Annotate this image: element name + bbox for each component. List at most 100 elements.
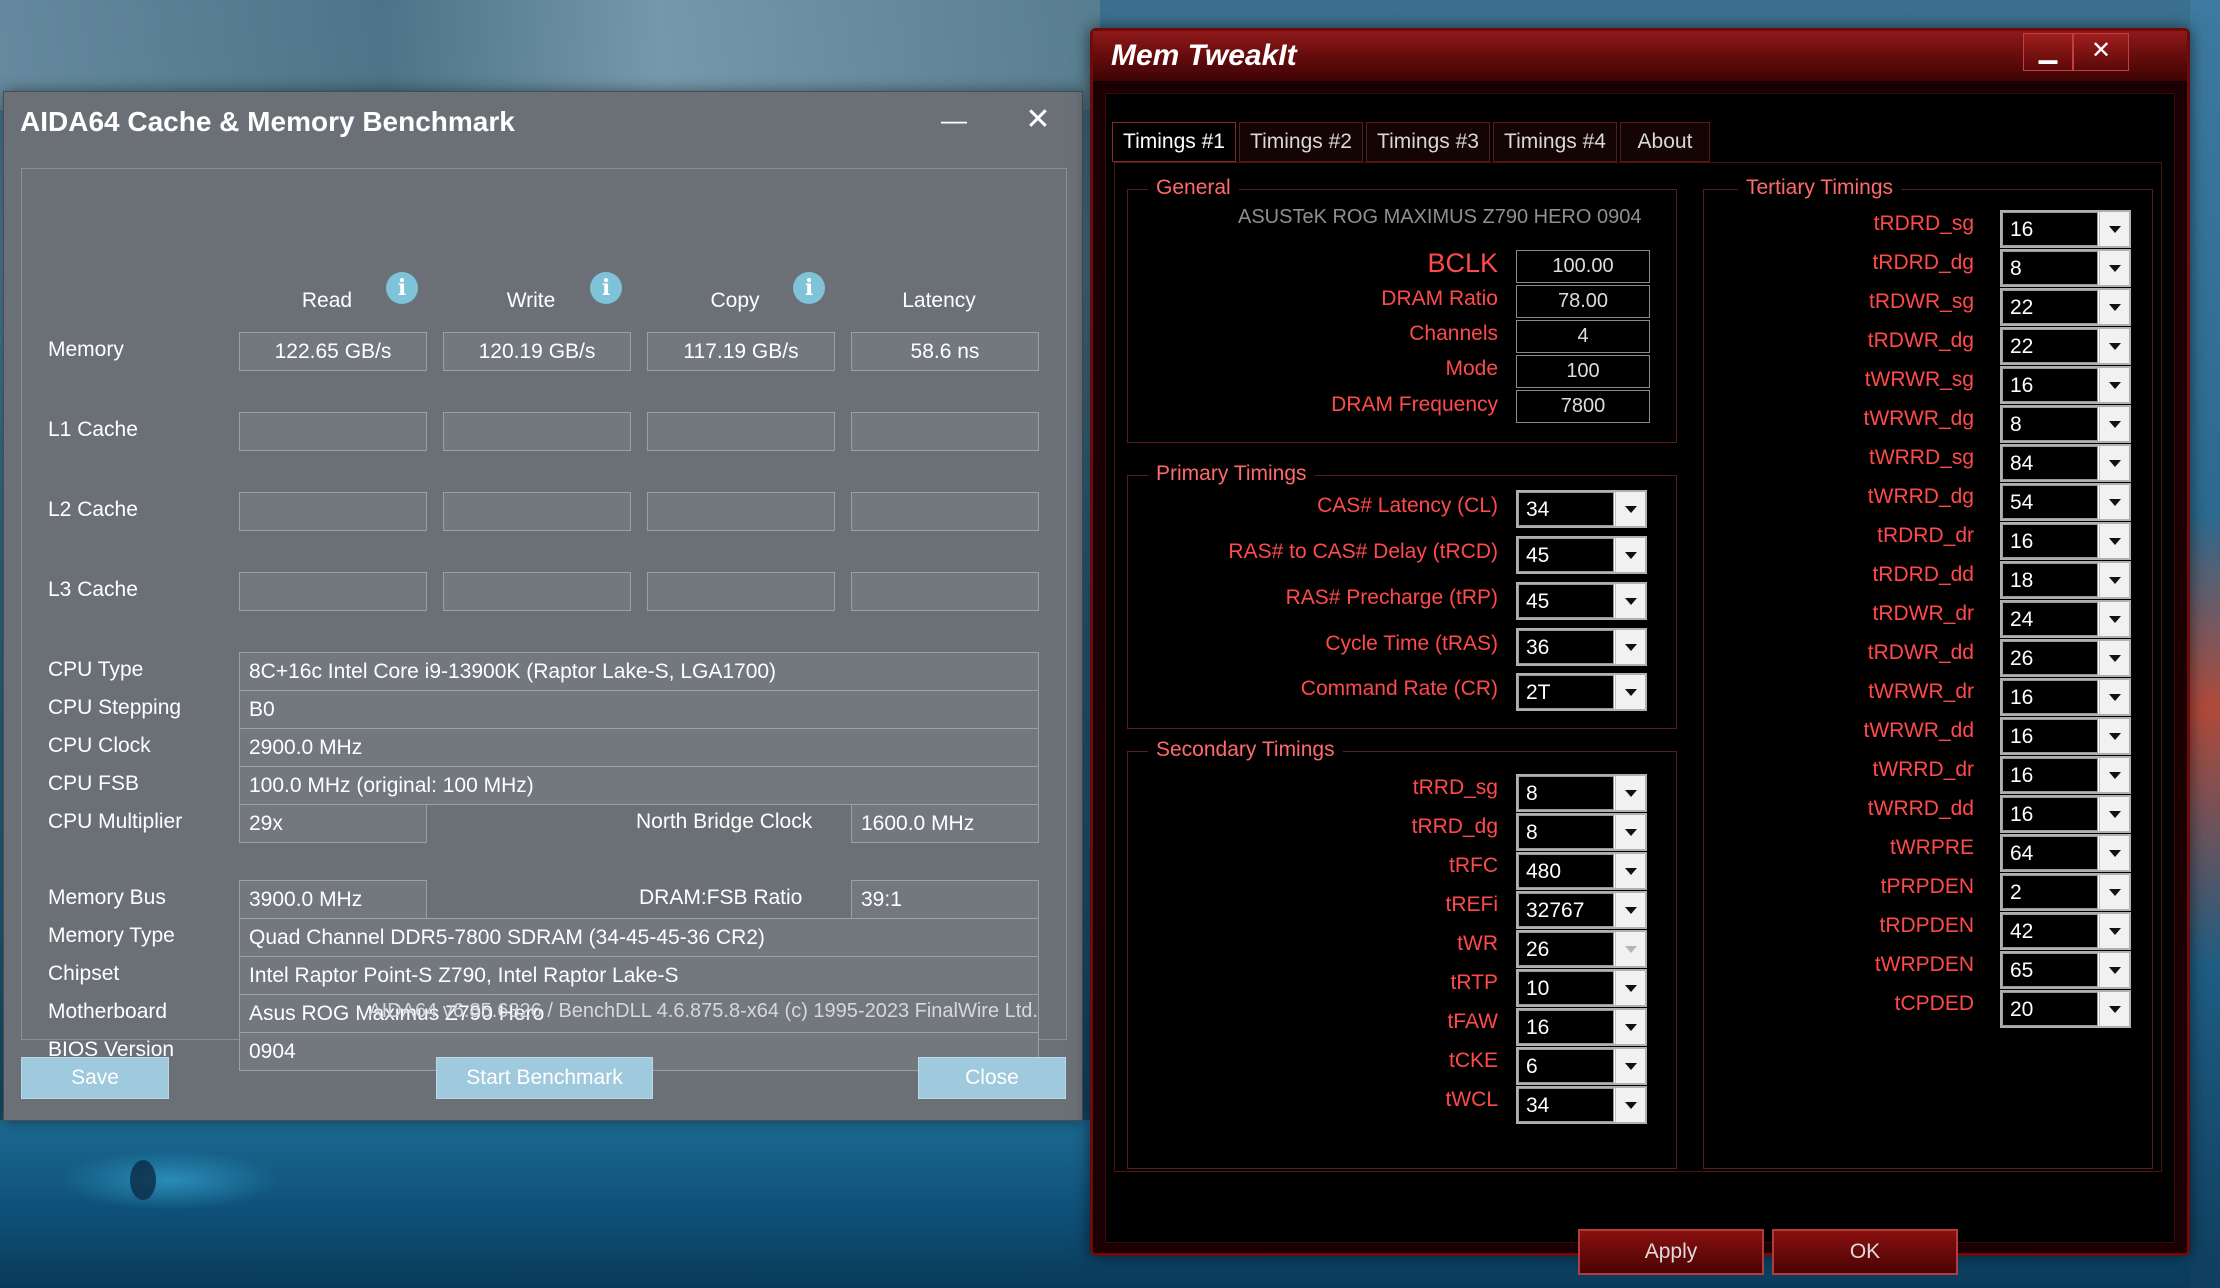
start-benchmark-button[interactable]: Start Benchmark xyxy=(436,1057,653,1099)
chevron-down-icon[interactable] xyxy=(1615,854,1645,888)
trp-select[interactable]: 45 xyxy=(1516,582,1647,620)
tertiary-label: tRDWR_sg xyxy=(1868,290,1974,313)
tras-select[interactable]: 36 xyxy=(1516,628,1647,666)
chevron-down-icon[interactable] xyxy=(2099,719,2129,753)
command-rate-select[interactable]: 2T xyxy=(1516,673,1647,711)
chevron-down-icon[interactable] xyxy=(2099,407,2129,441)
chevron-down-icon[interactable] xyxy=(2099,212,2129,246)
chevron-down-icon[interactable] xyxy=(2099,797,2129,831)
tertiary-select[interactable]: 64 xyxy=(2000,834,2131,872)
cas-latency-label: CAS# Latency (CL) xyxy=(1317,494,1498,517)
tab-timings-4[interactable]: Timings #4 xyxy=(1493,122,1617,162)
chevron-down-icon[interactable] xyxy=(2099,992,2129,1026)
tertiary-select[interactable]: 54 xyxy=(2000,483,2131,521)
chevron-down-icon[interactable] xyxy=(2099,563,2129,597)
save-button[interactable]: Save xyxy=(21,1057,169,1099)
tertiary-select[interactable]: 16 xyxy=(2000,678,2131,716)
chevron-down-icon[interactable] xyxy=(1615,584,1645,618)
tertiary-select[interactable]: 20 xyxy=(2000,990,2131,1028)
trrd-dg-select[interactable]: 8 xyxy=(1516,813,1647,851)
tertiary-label: tCPDED xyxy=(1894,992,1974,1015)
chevron-down-icon[interactable] xyxy=(2099,758,2129,792)
chevron-down-icon[interactable] xyxy=(2099,680,2129,714)
chevron-down-icon[interactable] xyxy=(1615,675,1645,709)
chevron-down-icon[interactable] xyxy=(1615,630,1645,664)
apply-button[interactable]: Apply xyxy=(1578,1229,1764,1275)
trrd-sg-select[interactable]: 8 xyxy=(1516,774,1647,812)
chevron-down-icon[interactable] xyxy=(2099,836,2129,870)
l2-copy-value xyxy=(647,492,835,531)
chevron-down-icon[interactable] xyxy=(2099,602,2129,636)
minimize-button[interactable]: — xyxy=(926,94,982,150)
cpu-type-value: 8C+16c Intel Core i9-13900K (Raptor Lake… xyxy=(239,652,1039,691)
chevron-down-icon[interactable] xyxy=(2099,953,2129,987)
tertiary-select[interactable]: 16 xyxy=(2000,522,2131,560)
dram-ratio-label: DRAM Ratio xyxy=(1381,287,1498,310)
tertiary-select[interactable]: 2 xyxy=(2000,873,2131,911)
chevron-down-icon[interactable] xyxy=(2099,485,2129,519)
chevron-down-icon[interactable] xyxy=(2099,290,2129,324)
tertiary-select[interactable]: 42 xyxy=(2000,912,2131,950)
close-window-button[interactable]: ✕ xyxy=(2073,33,2129,71)
tertiary-select[interactable]: 84 xyxy=(2000,444,2131,482)
chevron-down-icon[interactable] xyxy=(1615,815,1645,849)
tab-timings-2[interactable]: Timings #2 xyxy=(1239,122,1363,162)
chevron-down-icon[interactable] xyxy=(1615,893,1645,927)
tertiary-label: tRDWR_dd xyxy=(1867,641,1974,664)
tab-timings-3[interactable]: Timings #3 xyxy=(1366,122,1490,162)
tcke-select[interactable]: 6 xyxy=(1516,1047,1647,1085)
chevron-down-icon[interactable] xyxy=(1615,492,1645,526)
read-info-icon[interactable]: i xyxy=(386,272,418,304)
tertiary-select[interactable]: 22 xyxy=(2000,288,2131,326)
cas-latency-select[interactable]: 34 xyxy=(1516,490,1647,528)
tertiary-label: tWRRD_dd xyxy=(1867,797,1974,820)
close-window-button[interactable]: ✕ xyxy=(1010,94,1066,150)
tertiary-select[interactable]: 22 xyxy=(2000,327,2131,365)
secondary-group-title: Secondary Timings xyxy=(1148,738,1343,762)
tertiary-select[interactable]: 16 xyxy=(2000,210,2131,248)
chevron-down-icon[interactable] xyxy=(1615,1088,1645,1122)
write-info-icon[interactable]: i xyxy=(590,272,622,304)
chevron-down-icon[interactable] xyxy=(1615,1049,1645,1083)
tertiary-select[interactable]: 16 xyxy=(2000,717,2131,755)
twr-select[interactable]: 26 xyxy=(1516,930,1647,968)
tertiary-select[interactable]: 16 xyxy=(2000,795,2131,833)
chevron-down-icon[interactable] xyxy=(1615,971,1645,1005)
twcl-select[interactable]: 34 xyxy=(1516,1086,1647,1124)
tertiary-select[interactable]: 8 xyxy=(2000,249,2131,287)
tertiary-select[interactable]: 24 xyxy=(2000,600,2131,638)
cpu-type-label: CPU Type xyxy=(48,658,144,681)
ok-button[interactable]: OK xyxy=(1772,1229,1958,1275)
tertiary-select[interactable]: 16 xyxy=(2000,366,2131,404)
chevron-down-icon[interactable] xyxy=(2099,446,2129,480)
trtp-select[interactable]: 10 xyxy=(1516,969,1647,1007)
chevron-down-icon[interactable] xyxy=(2099,368,2129,402)
minimize-button[interactable]: ▁ xyxy=(2023,33,2073,71)
tertiary-select[interactable]: 65 xyxy=(2000,951,2131,989)
chevron-down-icon[interactable] xyxy=(2099,329,2129,363)
tertiary-select[interactable]: 16 xyxy=(2000,756,2131,794)
tab-about[interactable]: About xyxy=(1620,122,1710,162)
trefi-select[interactable]: 32767 xyxy=(1516,891,1647,929)
memtweakit-body: Timings #1 Timings #2 Timings #3 Timings… xyxy=(1105,93,2175,1275)
chevron-down-icon[interactable] xyxy=(2099,524,2129,558)
chevron-down-icon[interactable] xyxy=(1615,1010,1645,1044)
chevron-down-icon[interactable] xyxy=(2099,641,2129,675)
tertiary-label: tWRWR_dr xyxy=(1868,680,1974,703)
chevron-down-icon[interactable] xyxy=(1615,538,1645,572)
tertiary-select[interactable]: 18 xyxy=(2000,561,2131,599)
tfaw-select[interactable]: 16 xyxy=(1516,1008,1647,1046)
tertiary-select[interactable]: 26 xyxy=(2000,639,2131,677)
copy-info-icon[interactable]: i xyxy=(793,272,825,304)
close-button[interactable]: Close xyxy=(918,1057,1066,1099)
trfc-label: tRFC xyxy=(1449,854,1498,877)
chevron-down-icon[interactable] xyxy=(2099,251,2129,285)
chevron-down-icon[interactable] xyxy=(1615,776,1645,810)
l1-read-value xyxy=(239,412,427,451)
trcd-select[interactable]: 45 xyxy=(1516,536,1647,574)
chevron-down-icon[interactable] xyxy=(2099,914,2129,948)
chevron-down-icon[interactable] xyxy=(2099,875,2129,909)
tab-timings-1[interactable]: Timings #1 xyxy=(1112,122,1236,162)
tertiary-select[interactable]: 8 xyxy=(2000,405,2131,443)
trfc-select[interactable]: 480 xyxy=(1516,852,1647,890)
